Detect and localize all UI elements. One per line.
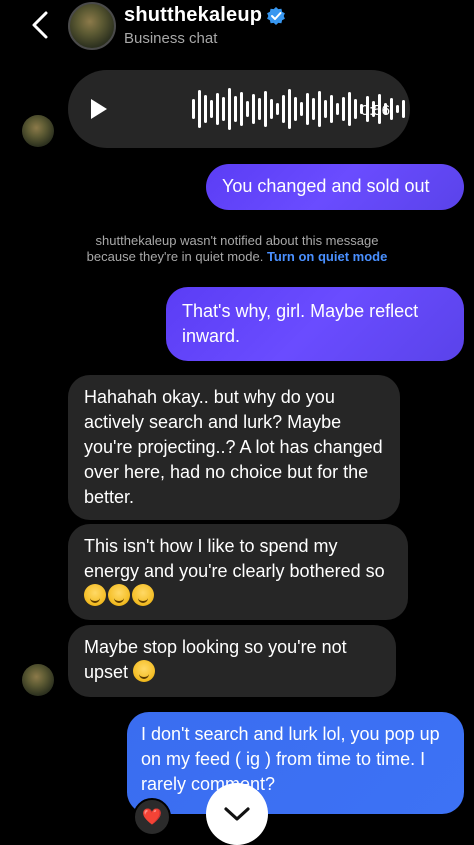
verified-badge-icon (267, 7, 285, 25)
pleading-face-emoji (133, 660, 156, 682)
message-outgoing[interactable]: I don't search and lurk lol, you pop up … (127, 712, 464, 814)
melting-face-emoji (84, 584, 106, 606)
message-incoming[interactable]: This isn't how I like to spend my energy… (68, 524, 408, 620)
voice-message[interactable]: 0:56 (68, 70, 410, 148)
message-incoming[interactable]: Maybe stop looking so you're not upset (68, 625, 396, 697)
message-outgoing[interactable]: You changed and sold out (206, 164, 464, 210)
quiet-mode-notice: shutthekaleup wasn't notified about this… (0, 233, 474, 265)
chevron-left-icon[interactable] (28, 10, 52, 40)
chevron-down-icon (224, 807, 250, 821)
turn-on-quiet-mode-link[interactable]: Turn on quiet mode (267, 249, 387, 264)
message-text: You changed and sold out (222, 176, 430, 196)
heart-reaction[interactable]: ❤️ (133, 798, 171, 836)
chat-header: shutthekaleup Business chat (0, 0, 474, 58)
voice-duration: 0:56 (360, 102, 390, 119)
message-text: That's why, girl. Maybe reflect inward. (182, 301, 419, 346)
notice-line1: shutthekaleup wasn't notified about this… (95, 233, 379, 248)
sender-avatar[interactable] (22, 664, 54, 696)
heart-icon: ❤️ (142, 809, 162, 826)
sender-avatar[interactable] (22, 115, 54, 147)
header-username[interactable]: shutthekaleup (124, 4, 262, 27)
header-avatar[interactable] (68, 2, 116, 50)
notice-line2: because they're in quiet mode. (86, 249, 264, 264)
message-text: I don't search and lurk lol, you pop up … (141, 724, 440, 794)
tears-of-joy-emoji (132, 584, 154, 606)
header-subtitle: Business chat (124, 30, 218, 47)
scroll-to-bottom-button[interactable] (206, 783, 268, 845)
dizzy-face-emoji (108, 584, 130, 606)
message-outgoing[interactable]: That's why, girl. Maybe reflect inward. (166, 287, 464, 361)
message-text: Hahahah okay.. but why do you actively s… (84, 387, 383, 507)
message-text: Maybe stop looking so you're not upset (84, 637, 347, 682)
message-text: This isn't how I like to spend my energy… (84, 536, 385, 581)
play-icon[interactable] (90, 98, 108, 120)
message-incoming[interactable]: Hahahah okay.. but why do you actively s… (68, 375, 400, 520)
